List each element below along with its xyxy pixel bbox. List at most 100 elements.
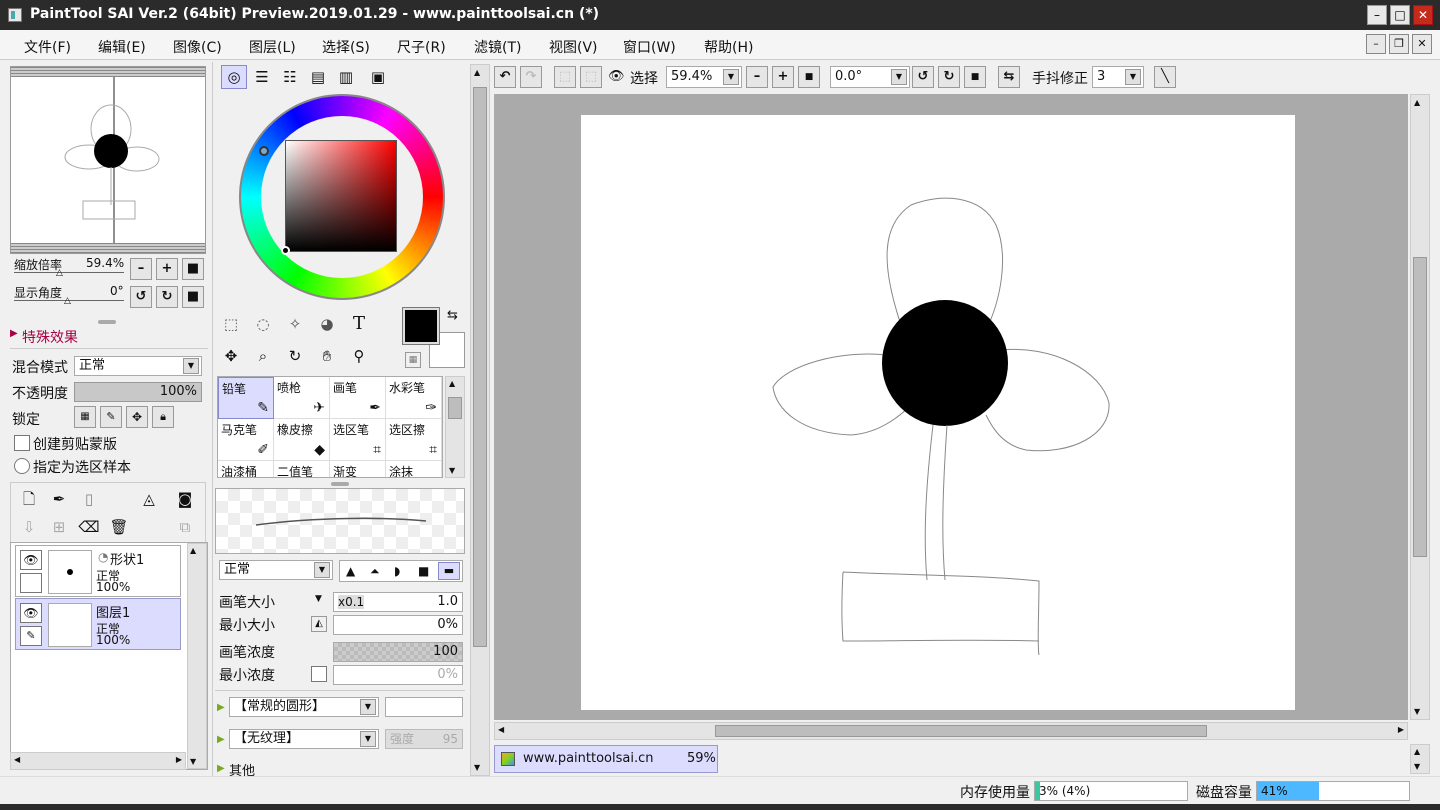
color-wheel[interactable] — [239, 94, 445, 300]
stabilizer-select[interactable]: 3 ▼ — [1092, 66, 1144, 88]
brush-slot[interactable]: 橡皮擦 ◆ — [274, 419, 330, 461]
menu-image[interactable]: 图像(C) — [173, 37, 222, 57]
sv-handle[interactable] — [281, 246, 290, 255]
canvas-page[interactable] — [581, 115, 1295, 710]
lock-draw-button[interactable]: ✎ — [100, 406, 122, 428]
tip-shape-icon[interactable]: ▲ — [346, 564, 355, 578]
size-multiplier[interactable]: x0.1 — [338, 595, 365, 609]
angle-select[interactable]: 0.0° ▼ — [830, 66, 910, 88]
undo-button[interactable]: ↶ — [494, 66, 516, 88]
zoom-in-button[interactable]: + — [156, 258, 178, 280]
document-tab[interactable]: www.painttoolsai.cn 59% — [494, 745, 718, 773]
maximize-button[interactable]: □ — [1390, 5, 1410, 25]
rect-select-icon[interactable]: ⬚ — [217, 310, 245, 338]
panel-splitter[interactable] — [331, 482, 349, 486]
close-button[interactable]: ✕ — [1413, 5, 1433, 25]
brush-slot[interactable]: 画笔 ✒ — [330, 377, 386, 419]
doc-restore-button[interactable]: ❐ — [1389, 34, 1409, 54]
mixer-tab-icon[interactable]: ▥ — [333, 65, 359, 89]
rotate-right-button[interactable]: ↻ — [938, 66, 960, 88]
menu-select[interactable]: 选择(S) — [322, 37, 370, 57]
pressure-icon[interactable]: ◭ — [311, 616, 327, 632]
new-layer-icon[interactable]: 🗋 — [15, 485, 43, 513]
menu-help[interactable]: 帮助(H) — [704, 37, 753, 57]
menu-window[interactable]: 窗口(W) — [623, 37, 676, 57]
canvas-viewport[interactable] — [494, 94, 1408, 720]
zoom-in-button[interactable]: + — [772, 66, 794, 88]
add-icon[interactable]: ⊞ — [45, 513, 73, 541]
tip-shape-icon[interactable]: ⏶ — [370, 564, 380, 579]
brush-mode-select[interactable]: 正常 ▼ — [219, 560, 333, 580]
zoom-out-button[interactable]: – — [746, 66, 768, 88]
panel-splitter[interactable] — [98, 320, 116, 324]
brush-slot[interactable]: 马克笔 ✐ — [218, 419, 274, 461]
lasso-icon[interactable]: ◌ — [249, 310, 277, 338]
deselect-button[interactable]: ⬚ — [554, 66, 576, 88]
tip-shape-icon[interactable]: ■ — [418, 564, 429, 578]
menu-view[interactable]: 视图(V) — [549, 37, 598, 57]
opacity-slider[interactable]: 100% — [74, 382, 202, 402]
brush-slot[interactable]: 涂抹 — [386, 461, 442, 477]
text-tool-icon[interactable]: T — [345, 310, 373, 338]
brush-grid-scrollbar[interactable]: ▲ ▼ — [445, 376, 465, 478]
scratchpad-tab-icon[interactable]: ▣ — [365, 65, 391, 89]
zoom-reset-button[interactable]: ■ — [798, 66, 820, 88]
rotate-left-button[interactable]: ↺ — [912, 66, 934, 88]
brush-slot[interactable]: 喷枪 ✈ — [274, 377, 330, 419]
rotate-left-button[interactable]: ↺ — [130, 286, 152, 308]
tip-shape-icon[interactable]: ◗ — [394, 564, 400, 578]
texture-strength-field[interactable]: 强度 95 — [385, 729, 463, 749]
swap-colors-icon[interactable]: ⇆ — [447, 308, 458, 323]
brush-slot[interactable]: 选区擦 ⌗ — [386, 419, 442, 461]
canvas-vscrollbar[interactable]: ▲ ▼ — [1410, 94, 1430, 720]
trash-icon[interactable]: 🗑︎ — [105, 513, 133, 541]
eye-icon[interactable]: 👁︎ — [20, 550, 42, 570]
magic-wand-icon[interactable]: ✧ — [281, 310, 309, 338]
foreground-color-swatch[interactable] — [402, 307, 440, 345]
invert-selection-button[interactable]: ⬚ — [580, 66, 602, 88]
layer-effect-icon[interactable]: ◬ — [135, 485, 163, 513]
saturation-value-square[interactable] — [285, 140, 397, 252]
chevron-down-icon[interactable]: ▼ — [315, 594, 322, 604]
rotate-reset-button[interactable]: ■ — [964, 66, 986, 88]
selection-toggle[interactable]: 选择 — [630, 68, 658, 88]
shape-icon[interactable]: ◕ — [313, 310, 341, 338]
layer-item[interactable]: 👁︎ ◔ 形状1 正常 100% — [15, 545, 181, 597]
brush-slot[interactable]: 渐变 — [330, 461, 386, 477]
density-slider[interactable]: 100 — [333, 642, 463, 662]
hsv-slider-tab-icon[interactable]: ☷ — [277, 65, 303, 89]
menu-layer[interactable]: 图层(L) — [249, 37, 296, 57]
perspective-ruler-button[interactable]: ╲ — [1154, 66, 1176, 88]
hue-handle[interactable] — [259, 146, 269, 156]
brush-size-field[interactable]: x0.1 1.0 — [333, 592, 463, 612]
eyedropper-icon[interactable]: ⚲ — [345, 342, 373, 370]
zoom-select[interactable]: 59.4% ▼ — [666, 66, 742, 88]
transparent-color-icon[interactable]: ▦ — [405, 352, 421, 368]
brush-slot[interactable]: 油漆桶 — [218, 461, 274, 477]
hand-icon[interactable]: ✋︎ — [313, 342, 341, 370]
rotate-tool-icon[interactable]: ↻ — [281, 342, 309, 370]
min-density-field[interactable]: 0% — [333, 665, 463, 685]
merge-down-icon[interactable]: ⇩ — [15, 513, 43, 541]
shape-strength-field[interactable] — [385, 697, 463, 717]
doc-close-button[interactable]: ✕ — [1412, 34, 1432, 54]
zoom-reset-button[interactable]: ■ — [182, 258, 204, 280]
menu-edit[interactable]: 编辑(E) — [98, 37, 146, 57]
layer-item[interactable]: 👁︎ ✎ 图层1 正常 100% — [15, 598, 181, 650]
pencil-icon[interactable]: ✎ — [20, 626, 42, 646]
doc-minimize-button[interactable]: – — [1366, 34, 1386, 54]
lock-icon[interactable]: 🔒︎ — [152, 406, 174, 428]
new-folder-icon[interactable]: ▯ — [75, 485, 103, 513]
menu-filter[interactable]: 滤镜(T) — [474, 37, 521, 57]
flip-horizontal-button[interactable]: ⇆ — [998, 66, 1020, 88]
brush-slot[interactable]: 铅笔 ✎ — [218, 377, 274, 419]
panel-scrollbar[interactable]: ▲ ▼ — [470, 64, 490, 776]
zoom-slider[interactable] — [14, 272, 124, 273]
menu-ruler[interactable]: 尺子(R) — [397, 37, 446, 57]
zoom-tool-icon[interactable]: ⌕ — [249, 342, 277, 370]
brush-slot[interactable]: 水彩笔 ✑ — [386, 377, 442, 419]
zoom-out-button[interactable]: – — [130, 258, 152, 280]
brush-slot[interactable]: 选区笔 ⌗ — [330, 419, 386, 461]
min-size-field[interactable]: 0% — [333, 615, 463, 635]
swatches-tab-icon[interactable]: ▤ — [305, 65, 331, 89]
